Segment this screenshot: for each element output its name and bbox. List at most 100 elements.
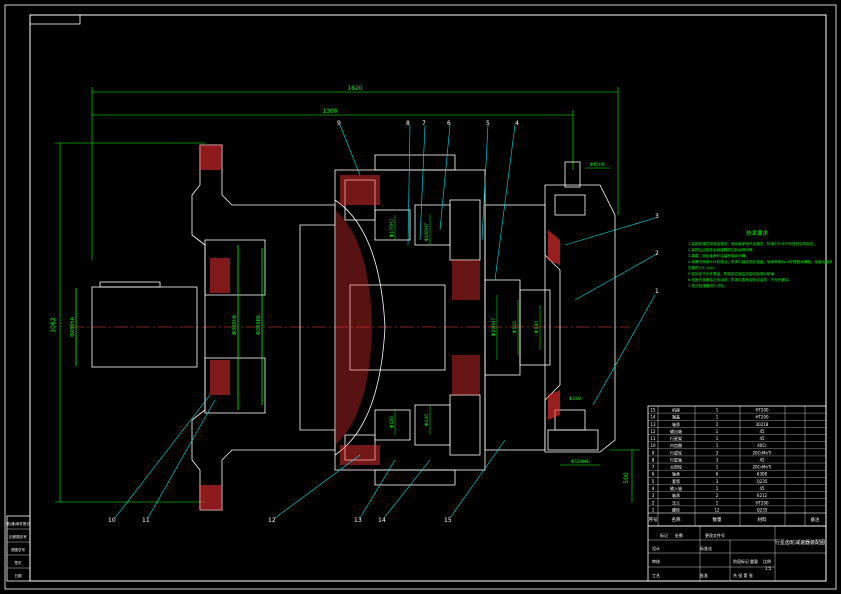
bom-cell: 轴承: [672, 492, 680, 498]
tb-sheet-info: 共 张 第 张: [733, 572, 753, 578]
bom-cell: 6212: [757, 493, 768, 498]
bom-cell: 1: [652, 507, 655, 512]
bom-cell: 45: [759, 436, 765, 441]
callout-4: 4: [515, 120, 519, 127]
bom-cell: 20CrMnTi: [753, 465, 772, 470]
dim-left-shaft: Φ200h6: [70, 317, 76, 337]
callout-15: 15: [444, 517, 452, 524]
tb-design: 设计: [652, 545, 660, 551]
dim-right4: Φ100: [569, 396, 581, 402]
bom-cell: 8: [652, 457, 655, 462]
notes-line-3: 3.调整、固定轴承时应留有轴向间隙。: [688, 253, 749, 258]
callout-5: 5: [486, 120, 490, 127]
tb-review: 审核: [652, 558, 660, 564]
bom-cell: 1: [716, 429, 719, 434]
callout-8: 8: [406, 120, 410, 127]
bom-cell: 轴承: [672, 421, 680, 427]
bom-cell: 45: [759, 486, 765, 491]
bom-cell: 行星轮: [670, 449, 682, 455]
callout-6: 6: [447, 120, 451, 127]
bom-cell: 6308: [757, 472, 768, 477]
bom-cell: 3: [716, 457, 719, 462]
bom-cell: 1: [716, 408, 719, 413]
callout-14: 14: [378, 517, 386, 524]
bom-header-qty: 数量: [713, 516, 722, 523]
callout-11: 11: [142, 517, 150, 524]
tb-mark: 标记: [660, 532, 668, 538]
bom-cell: 行星架: [670, 435, 682, 441]
callout-13: 13: [354, 517, 362, 524]
side-label-4: 签字: [15, 560, 22, 565]
bom-header-remark: 备注: [811, 516, 820, 523]
bom-cell: 4: [652, 486, 655, 491]
tb-scale: 比例: [763, 558, 771, 564]
notes-line-4: 4.润滑剂采用N32机械油，机体内装至规定高度；轴承采用ZL-3号锂基润滑脂，用…: [688, 259, 833, 264]
notes-line-6: 5.密封处不允许漏油，机体接合面应涂密封胶或水玻璃。: [688, 271, 778, 276]
bom-cell: 轴承: [672, 471, 680, 477]
bom-cell: 30218: [756, 422, 769, 427]
bom-header-material: 材料: [758, 516, 767, 523]
bom-cell: 10: [650, 443, 656, 448]
bom-cell: 1: [716, 500, 719, 505]
bom-cell: 套筒: [672, 478, 680, 484]
tb-scale-value: 1:5: [765, 566, 772, 571]
dim-right3: Φ130: [534, 321, 540, 333]
drawing-sheet: 1620 1300 1062 500 Φ200h6 Φ300h6 Φ260K6: [0, 0, 841, 594]
bom-cell: 13: [650, 422, 656, 427]
bom-cell: 6: [652, 472, 655, 477]
bom-cell: 1: [716, 415, 719, 420]
bom-cell: 15: [650, 408, 656, 413]
bom-cell: 3: [716, 450, 719, 455]
bom-cell: 1: [716, 465, 719, 470]
bom-header-no: 序号: [649, 516, 658, 523]
notes-title: 技术要求: [746, 229, 769, 237]
dim-inner: 1300: [322, 108, 337, 115]
notes-line-2: 2.装配后应检查齿面接触斑点和齿侧间隙。: [688, 247, 756, 252]
dim-mid4: Φ140: [424, 414, 430, 426]
tb-stage: 阶段标记: [733, 558, 749, 564]
bom-cell: 法兰: [672, 499, 680, 505]
dim-height: 1062: [50, 317, 57, 332]
callout-2: 2: [655, 250, 659, 257]
side-label-1: 借(通)用件登记: [6, 521, 30, 526]
dim-right: 500: [623, 472, 630, 484]
dim-bottom-right: Φ110K6: [571, 459, 589, 465]
dim-mid2: Φ160H7: [424, 223, 430, 242]
bom-cell: 输出轴: [670, 428, 682, 434]
dim-right2: Φ110: [512, 321, 518, 333]
callout-10: 10: [108, 517, 116, 524]
tb-standard: 标准化: [700, 545, 712, 551]
bom-cell: 端盖: [672, 414, 680, 420]
tb-process: 工艺: [652, 573, 660, 578]
bom-cell: 1: [716, 443, 719, 448]
callout-12: 12: [268, 517, 276, 524]
dim-bearing-left: Φ300h6: [232, 315, 238, 335]
bom-cell: HT200: [755, 415, 769, 420]
bom-cell: 12: [650, 429, 656, 434]
bom-cell: 40Cr: [757, 443, 767, 448]
bom-cell: 5: [652, 479, 655, 484]
dim-top-key: Φ45h6: [590, 162, 605, 168]
notes-line-5: 空隙的1/3~1/2。: [688, 265, 717, 270]
tb-weight: 重量: [750, 558, 758, 564]
bom-cell: 太阳轮: [670, 464, 682, 470]
callout-1: 1: [655, 288, 659, 295]
bom-cell: 14: [650, 415, 656, 420]
bom-cell: 1: [716, 486, 719, 491]
notes-line-8: 7.按试验规程进行试验。: [688, 283, 727, 288]
bom-cell: 2: [716, 493, 719, 498]
dim-mid1: Φ170H7: [389, 219, 395, 238]
bom-cell: 7: [652, 465, 655, 470]
bom-cell: 2: [716, 422, 719, 427]
bom-cell: 11: [650, 436, 656, 441]
bom-cell: 2: [652, 500, 655, 505]
bom-cell: 1: [716, 436, 719, 441]
tb-count: 处数: [675, 532, 683, 538]
bom-cell: 输入轴: [670, 485, 682, 491]
dim-bearing-left2: Φ260K6: [256, 315, 262, 335]
bom-cell: Q235: [757, 507, 768, 512]
bom-header-name: 名称: [672, 516, 681, 523]
bom-cell: 3: [652, 493, 655, 498]
notes-line-7: 6.机座外表面涂灰色油漆，机体内表面涂耐油油漆，不允许漏涂。: [688, 277, 792, 282]
bom-cell: 6: [716, 472, 719, 477]
